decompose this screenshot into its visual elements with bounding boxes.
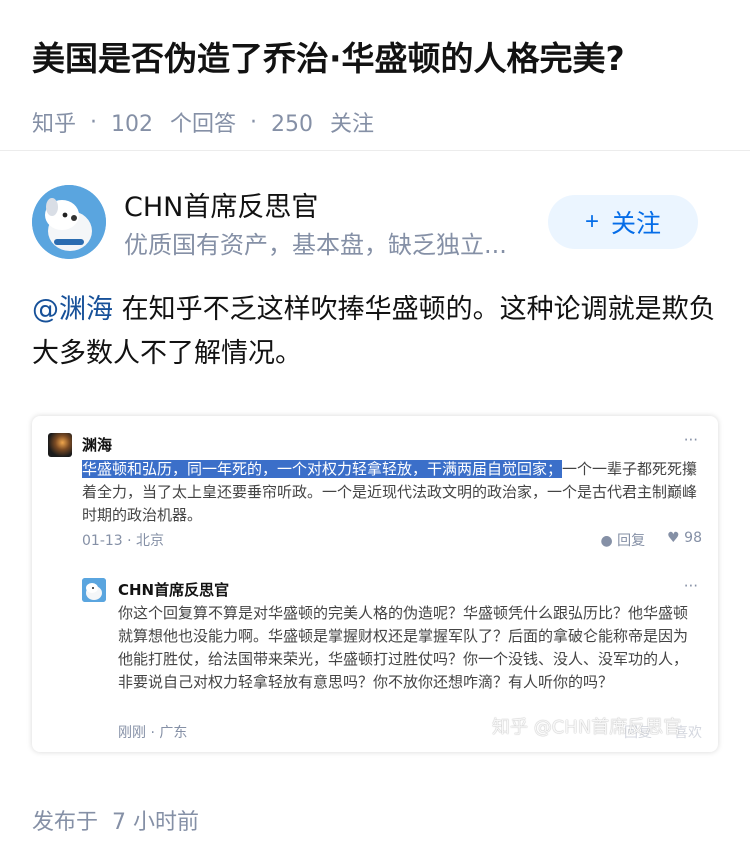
author-description: 优质国有资产，基本盘，缺乏独立... — [124, 231, 507, 259]
divider — [0, 150, 750, 151]
watermark: 知乎 @CHN首席反思官 — [492, 717, 682, 738]
author-row: CHN首席反思官 优质国有资产，基本盘，缺乏独立... + 关注 — [32, 185, 698, 265]
dog-avatar-icon — [82, 578, 106, 602]
dog-avatar-icon — [32, 185, 106, 259]
follow-button[interactable]: + 关注 — [548, 195, 698, 249]
more-icon: ··· — [683, 431, 698, 449]
follow-label: 关注 — [611, 210, 662, 238]
reply-meta: 刚刚 · 广东 — [118, 725, 188, 741]
question-meta: 知乎 · 102 个回答 · 250 关注 — [32, 106, 722, 138]
meta-separator: · — [90, 109, 98, 135]
plus-icon: + — [584, 208, 599, 235]
mention-link[interactable]: @渊海 — [32, 294, 113, 325]
answer-text: 在知乎不乏这样吹捧华盛顿的。这种论调就是欺负大多数人不了解情况。 — [32, 294, 716, 369]
question-header: 美国是否伪造了乔治·华盛顿的人格完美? 知乎 · 102 个回答 · 250 关… — [32, 34, 722, 138]
highlighted-text: 华盛顿和弘历，同一年死的，一个对权力轻拿轻放，干满两届自觉回家； — [82, 460, 563, 478]
reply-avatar — [82, 578, 106, 602]
reply-text: 你这个回复算不算是对华盛顿的完美人格的伪造呢？华盛顿凭什么跟弘历比？他华盛顿就算… — [118, 604, 689, 691]
followers-count[interactable]: 250 关注 — [271, 106, 374, 138]
answer-body: @渊海 在知乎不乏这样吹捧华盛顿的。这种论调就是欺负大多数人不了解情况。 — [32, 288, 722, 376]
commenter-avatar — [48, 433, 72, 457]
answers-count[interactable]: 102 个回答 — [111, 106, 236, 138]
question-title[interactable]: 美国是否伪造了乔治·华盛顿的人格完美? — [32, 34, 722, 84]
publish-time: 发布于 7 小时前 — [32, 810, 200, 835]
heart-icon: ♥ — [667, 530, 680, 546]
comment-screenshot[interactable]: 渊海 ··· 华盛顿和弘历，同一年死的，一个对权力轻拿轻放，干满两届自觉回家；一… — [32, 416, 718, 752]
comment-bubble-icon: ● — [600, 533, 613, 549]
reply-action: ● 回复 — [600, 533, 646, 549]
comment-author: 渊海 — [82, 436, 113, 454]
like-action: ♥ 98 — [667, 530, 702, 546]
comment-meta: 01-13 · 北京 — [82, 533, 165, 549]
meta-separator: · — [250, 109, 258, 135]
source-label[interactable]: 知乎 — [32, 106, 76, 138]
comment-actions: ● 回复 ♥ 98 — [600, 530, 702, 550]
reply-author: CHN首席反思官 — [118, 581, 230, 599]
comment-text: 华盛顿和弘历，同一年死的，一个对权力轻拿轻放，干满两届自觉回家；一个一辈子都死死… — [82, 458, 698, 527]
avatar[interactable] — [32, 185, 106, 259]
more-icon: ··· — [683, 577, 698, 595]
author-name[interactable]: CHN首席反思官 — [124, 185, 318, 224]
